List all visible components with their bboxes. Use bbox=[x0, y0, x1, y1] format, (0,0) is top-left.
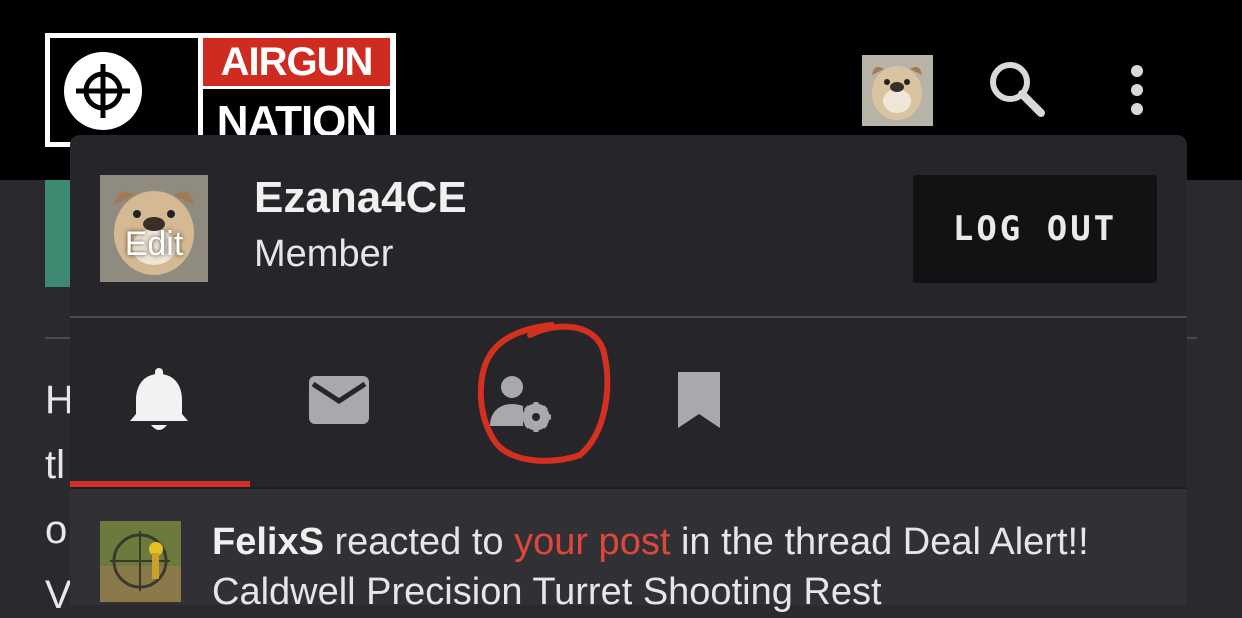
logo-text-top: AIRGUN bbox=[220, 40, 374, 84]
profile-avatar[interactable]: Edit bbox=[100, 175, 208, 282]
account-settings-icon bbox=[490, 376, 551, 432]
tab-alerts[interactable] bbox=[100, 348, 220, 458]
notification-username[interactable]: FelixS bbox=[212, 521, 324, 563]
background-accent-bar bbox=[45, 180, 71, 287]
search-button[interactable] bbox=[986, 58, 1048, 120]
more-options-button[interactable] bbox=[1122, 62, 1152, 118]
search-icon bbox=[990, 62, 1045, 117]
header-avatar[interactable] bbox=[862, 55, 933, 126]
notification-post-link[interactable]: your post bbox=[514, 521, 670, 563]
avatar-edit-label[interactable]: Edit bbox=[100, 225, 208, 264]
notification-list: FelixS reacted to your post in the threa… bbox=[70, 489, 1187, 613]
vertical-dots-icon bbox=[1131, 65, 1143, 115]
logout-button[interactable]: LOG OUT bbox=[913, 175, 1157, 283]
panel-divider bbox=[70, 316, 1187, 318]
logo-crosshair-block bbox=[50, 38, 198, 142]
tab-account-settings[interactable] bbox=[460, 348, 580, 458]
tab-bookmarks[interactable] bbox=[640, 348, 760, 458]
bulldog-avatar-icon bbox=[862, 55, 933, 126]
account-menu-panel: Edit Ezana4CE Member LOG OUT FelixS reac… bbox=[70, 135, 1187, 613]
logo-crosshair-circle bbox=[64, 52, 142, 130]
bookmark-icon bbox=[678, 372, 720, 428]
notification-text[interactable]: FelixS reacted to your post in the threa… bbox=[212, 517, 1172, 617]
logo-red-banner: AIRGUN bbox=[203, 38, 390, 86]
user-avatar-icon bbox=[100, 521, 181, 602]
username[interactable]: Ezana4CE bbox=[254, 173, 467, 223]
notification-text-part: reacted to bbox=[323, 521, 515, 563]
bell-icon bbox=[130, 368, 188, 430]
tab-inbox[interactable] bbox=[280, 348, 400, 458]
user-role: Member bbox=[254, 233, 394, 275]
envelope-icon bbox=[309, 376, 369, 424]
notification-avatar[interactable] bbox=[100, 521, 181, 602]
site-logo[interactable]: AIRGUN NATION bbox=[45, 33, 396, 147]
crosshair-icon bbox=[76, 64, 130, 118]
